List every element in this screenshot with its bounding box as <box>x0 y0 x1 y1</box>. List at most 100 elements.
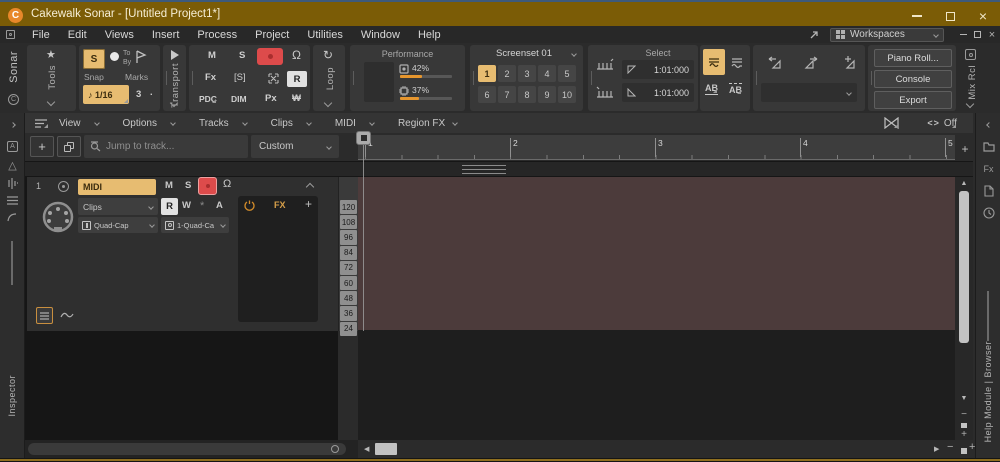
add-marker-button[interactable] <box>841 55 857 71</box>
clips-hscroll-thumb[interactable] <box>375 443 397 455</box>
playhead-handle[interactable] <box>356 131 371 145</box>
expand-left-icon[interactable] <box>0 117 25 133</box>
list-icon[interactable] <box>0 192 25 208</box>
hzoom-out-button[interactable]: − <box>947 441 953 453</box>
midi-clip-lane[interactable] <box>358 177 955 330</box>
screenset-4-button[interactable]: 4 <box>538 65 556 82</box>
notes-icon[interactable] <box>976 183 1000 199</box>
help-browser-label[interactable]: Help Module | Browser <box>983 341 993 442</box>
hzoom-slider[interactable] <box>961 448 967 454</box>
timeline-ruler[interactable]: 1 2 3 4 5 <box>358 135 955 160</box>
trackpane-hscrollbar[interactable] <box>28 443 346 455</box>
snap-dot-indicator[interactable]: . <box>150 87 153 98</box>
vzoom-in-button[interactable]: + <box>955 429 973 440</box>
menu-help[interactable]: Help <box>418 29 441 41</box>
track-lanes-button[interactable] <box>36 307 53 324</box>
select-to-field[interactable]: 1:01:000 <box>622 83 694 102</box>
mdi-restore-icon[interactable] <box>970 31 984 38</box>
menu-process[interactable]: Process <box>197 29 237 41</box>
vzoom-out-button[interactable]: − <box>955 409 973 420</box>
automation-lane-icon[interactable] <box>60 310 74 320</box>
tv-menu-clips[interactable]: Clips <box>271 118 311 129</box>
title-bar[interactable]: C Cakewalk Sonar - [Untitled Project1*] … <box>0 2 1000 26</box>
track-headphones-icon[interactable]: Ω <box>223 178 231 190</box>
scroll-left-icon[interactable]: ◀ <box>364 445 369 453</box>
workspaces-dropdown[interactable]: Workspaces <box>830 28 944 42</box>
warning-icon[interactable]: △ <box>0 157 25 173</box>
fx-power-icon[interactable] <box>244 200 255 211</box>
track-strip[interactable]: 1 MIDI M S Ω Clips R W * A FX + Quad-Cap… <box>27 177 338 331</box>
mix-recall-expand-icon[interactable] <box>966 100 974 108</box>
select-from-field[interactable]: 1:01:000 <box>622 60 694 79</box>
marker-dropdown[interactable] <box>761 83 857 102</box>
screenset-3-button[interactable]: 3 <box>518 65 536 82</box>
add-track-button[interactable]: + <box>30 136 54 157</box>
star-icon[interactable]: ★ <box>46 48 56 61</box>
waveform-preview-button[interactable]: ₩ <box>292 93 301 104</box>
select-ruler-start-icon[interactable] <box>596 57 614 71</box>
screenset-5-button[interactable]: 5 <box>558 65 576 82</box>
px-button[interactable]: Px <box>265 93 277 104</box>
automation-xray-icon[interactable] <box>884 117 899 129</box>
tools-expand-icon[interactable] <box>47 98 55 106</box>
pdc-button[interactable]: PDC <box>199 94 217 104</box>
track-collapse-icon[interactable] <box>306 183 314 191</box>
ruler-zoom-in-button[interactable]: + <box>957 140 973 158</box>
snap-count-value[interactable]: 3 <box>136 89 141 100</box>
menu-project[interactable]: Project <box>255 29 289 41</box>
piano-roll-button[interactable]: Piano Roll... <box>874 49 952 67</box>
duplicate-track-button[interactable] <box>57 136 81 157</box>
output-dropdown[interactable]: 1-Quad-Ca <box>161 217 229 233</box>
mute-button[interactable]: M <box>208 50 216 61</box>
fx-bin[interactable]: FX + <box>238 196 318 322</box>
track-archive-button[interactable]: A <box>216 200 223 211</box>
menu-window[interactable]: Window <box>361 29 400 41</box>
xray-toggle[interactable]: <> Off <box>927 118 957 129</box>
loop-expand-icon[interactable] <box>324 99 332 107</box>
browser-folder-icon[interactable] <box>976 139 1000 155</box>
scroll-right-icon[interactable]: ▶ <box>934 445 939 453</box>
collapse-right-icon[interactable] <box>976 117 1000 133</box>
vzoom-slider[interactable] <box>961 423 967 428</box>
inspector-label[interactable]: Inspector <box>7 375 17 417</box>
select-ruler-end-icon[interactable] <box>596 85 614 99</box>
track-patch-icon[interactable]: * <box>200 200 204 212</box>
spread-icon[interactable] <box>267 72 280 85</box>
mdi-close-icon[interactable]: × <box>984 29 1000 41</box>
vertical-scroll-thumb[interactable] <box>959 191 969 343</box>
automation-read-button[interactable] <box>703 49 725 75</box>
track-mute-button[interactable]: M <box>165 180 173 191</box>
curve-icon[interactable] <box>0 209 25 225</box>
snap-resolution-button[interactable]: ♪ 1/16 <box>83 85 129 104</box>
scroll-down-icon[interactable]: ▼ <box>955 395 973 402</box>
search-input[interactable] <box>106 141 242 152</box>
tv-menu-tracks[interactable]: Tracks <box>199 118 247 129</box>
history-clock-icon[interactable] <box>976 205 1000 221</box>
meter-lanes-icon[interactable] <box>0 175 25 191</box>
sidebar-scroll-indicator[interactable] <box>11 241 13 285</box>
pane-splitter[interactable] <box>25 161 973 177</box>
track-write-automation-button[interactable]: W <box>182 200 191 211</box>
menu-file[interactable]: File <box>32 29 50 41</box>
solo-button[interactable]: S <box>239 50 245 61</box>
snap-enable-button[interactable]: S <box>83 49 105 69</box>
input-dropdown[interactable]: Quad-Cap <box>78 217 158 233</box>
arm-record-button[interactable]: R <box>287 71 307 87</box>
automation-dropdown[interactable]: Clips <box>78 198 158 215</box>
tools-module[interactable]: ★ Tools <box>27 45 76 111</box>
minimize-button[interactable] <box>900 4 934 28</box>
screenset-dropdown[interactable]: Screenset 01 <box>484 48 576 59</box>
screenset-1-button[interactable]: 1 <box>478 65 496 82</box>
marks-flag-icon[interactable] <box>135 50 147 64</box>
transport-module[interactable]: Transport <box>163 45 186 111</box>
mix-a-button[interactable]: AB <box>705 83 718 95</box>
arranger-icon[interactable]: A <box>0 138 25 154</box>
trackpane-scroll-fit-icon[interactable] <box>331 445 339 453</box>
loop-module[interactable]: ↻ Loop <box>313 45 345 111</box>
track-record-button[interactable] <box>198 177 217 195</box>
track-read-automation-button[interactable]: R <box>161 198 178 215</box>
track-icon[interactable] <box>58 181 69 192</box>
menu-views[interactable]: Views <box>105 29 134 41</box>
console-button[interactable]: Console <box>874 70 952 88</box>
dim-solo-button[interactable]: DIM <box>231 94 247 104</box>
